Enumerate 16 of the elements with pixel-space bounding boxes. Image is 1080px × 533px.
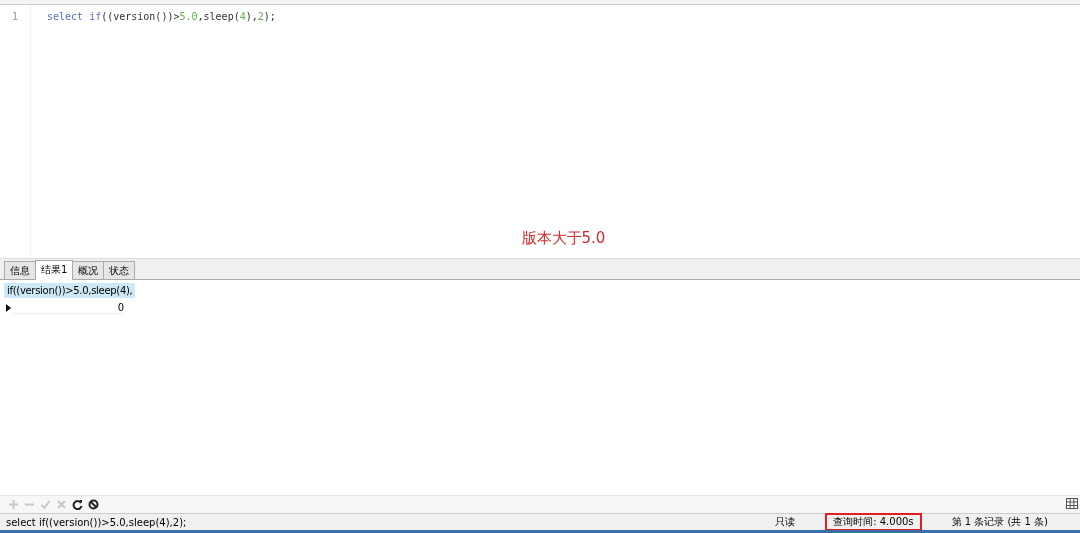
query-text: select if((version())>5.0,sleep(4),2); xyxy=(5,516,188,528)
status-item: 查询时间: 4.000s xyxy=(827,515,920,529)
result-tab[interactable]: 概况 xyxy=(72,261,105,279)
refresh-icon[interactable] xyxy=(72,499,83,510)
result-tab[interactable]: 状态 xyxy=(103,261,136,279)
annotation-text: 版本大于5.0 xyxy=(521,229,606,248)
status-item: 第 1 条记录 (共 1 条) xyxy=(950,515,1049,529)
table-cell: 0 xyxy=(12,301,124,314)
result-tab[interactable]: 信息 xyxy=(4,261,36,279)
result-tab[interactable]: 结果1 xyxy=(35,260,74,280)
status-item: 只读 xyxy=(774,515,797,529)
code-line: select if((version())>5.0,sleep(4),2); xyxy=(47,10,277,24)
grid-icon[interactable] xyxy=(1066,498,1078,509)
stop-icon[interactable] xyxy=(88,499,99,510)
line-number: 1 xyxy=(11,10,19,24)
column-header[interactable]: if((version())>5.0,sleep(4), xyxy=(4,283,136,298)
